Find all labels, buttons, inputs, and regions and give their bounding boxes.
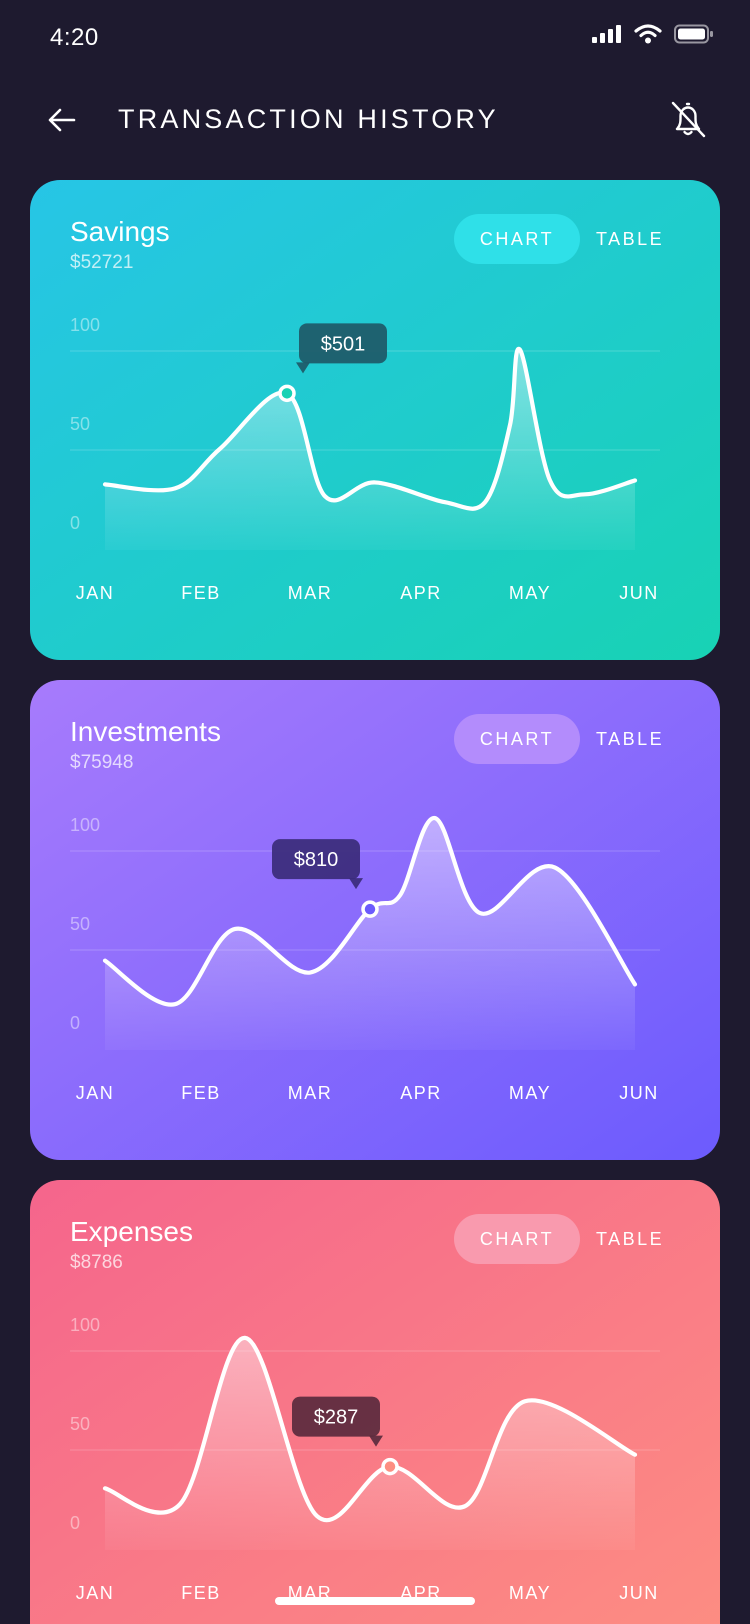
x-tick-label: JAN — [76, 583, 115, 603]
page-title: TRANSACTION HISTORY — [118, 104, 499, 134]
highlight-point[interactable] — [361, 900, 379, 918]
card-title: Expenses — [70, 1216, 193, 1247]
x-tick-label: MAR — [288, 583, 333, 603]
back-button[interactable] — [44, 102, 84, 138]
highlight-point[interactable] — [381, 1457, 399, 1476]
x-tick-label: MAR — [288, 1083, 333, 1103]
signal-icon — [592, 25, 621, 43]
x-tick-label: MAY — [509, 583, 551, 603]
y-tick-label: 0 — [70, 1513, 80, 1533]
table-toggle-button[interactable]: TABLE — [596, 214, 706, 264]
card-amount: $8786 — [70, 1252, 123, 1273]
x-tick-label: JUN — [619, 1083, 659, 1103]
table-toggle-button[interactable]: TABLE — [596, 714, 706, 764]
y-tick-label: 0 — [70, 513, 80, 533]
status-time: 4:20 — [50, 24, 99, 51]
x-tick-label: FEB — [181, 1083, 221, 1103]
y-tick-label: 0 — [70, 1013, 80, 1033]
top-bar: TRANSACTION HISTORY — [0, 88, 750, 152]
x-tick-label: APR — [400, 583, 442, 603]
y-tick-label: 50 — [70, 914, 90, 934]
x-tick-label: APR — [400, 1083, 442, 1103]
savings-card: 100 50 0 JAN FEB MAR APR MAY JUN $501 Savings $52… — [30, 180, 720, 660]
y-tick-label: 100 — [70, 815, 100, 835]
card-amount: $52721 — [70, 252, 134, 273]
table-toggle-button[interactable]: TABLE — [596, 1214, 706, 1264]
x-tick-label: FEB — [181, 1583, 221, 1603]
home-indicator[interactable] — [275, 1597, 475, 1605]
tooltip-label: $501 — [321, 333, 366, 355]
tooltip-label: $810 — [294, 849, 339, 871]
chart-toggle-button[interactable]: CHART — [454, 1214, 580, 1264]
x-tick-label: FEB — [181, 583, 221, 603]
bell-off-icon — [671, 101, 706, 138]
investments-card: 100 50 0 JAN FEB MAR APR MAY JUN $810 Investments… — [30, 680, 720, 1160]
card-title: Investments — [70, 716, 221, 747]
highlight-point[interactable] — [278, 384, 296, 403]
wifi-icon — [634, 24, 662, 44]
x-tick-label: JUN — [619, 1583, 659, 1603]
status-bar: 4:20 — [0, 0, 750, 80]
x-tick-label: JAN — [76, 1083, 115, 1103]
y-tick-label: 50 — [70, 1414, 90, 1434]
status-icons — [592, 24, 714, 44]
back-arrow-icon — [48, 108, 76, 132]
expenses-card: 100 50 0 JAN FEB MAR APR MAY JUN $287 Expenses $8… — [30, 1180, 720, 1624]
y-tick-label: 100 — [70, 315, 100, 335]
notifications-off-button[interactable] — [666, 98, 710, 142]
chart-toggle-button[interactable]: CHART — [454, 214, 580, 264]
card-title: Savings — [70, 216, 170, 247]
x-tick-label: JAN — [76, 1583, 115, 1603]
x-tick-label: MAY — [509, 1583, 551, 1603]
y-tick-label: 50 — [70, 414, 90, 434]
battery-icon — [674, 24, 713, 44]
y-tick-label: 100 — [70, 1315, 100, 1335]
x-tick-label: JUN — [619, 583, 659, 603]
card-amount: $75948 — [70, 752, 134, 773]
x-tick-label: MAY — [509, 1083, 551, 1103]
chart-toggle-button[interactable]: CHART — [454, 714, 580, 764]
tooltip-label: $287 — [314, 1407, 359, 1429]
